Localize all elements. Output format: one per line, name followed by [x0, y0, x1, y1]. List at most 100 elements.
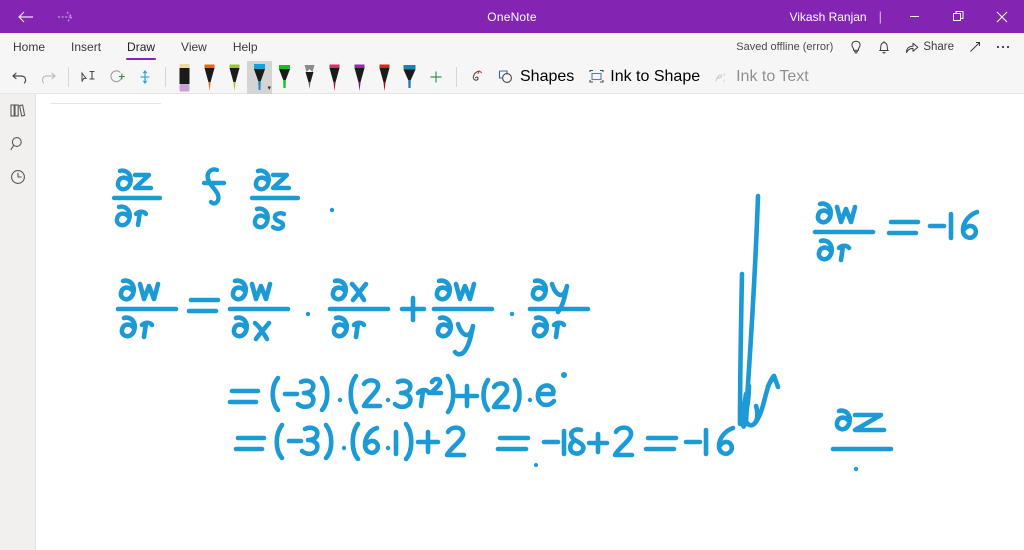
back-arrow-icon: [17, 11, 33, 22]
share-label: Share: [923, 41, 954, 53]
search-icon: [10, 136, 22, 150]
diagonal-arrow-icon: [970, 42, 980, 52]
insert-space-button[interactable]: [131, 63, 159, 92]
back-button[interactable]: [10, 4, 40, 30]
expand-ribbon-button[interactable]: [962, 35, 988, 59]
shapes-icon: [498, 70, 512, 83]
title-bar-right: Vikash Ranjan |: [789, 0, 1024, 33]
pen-highlighter-blue[interactable]: [397, 61, 422, 94]
account-name[interactable]: Vikash Ranjan: [789, 10, 878, 24]
tab-insert[interactable]: Insert: [58, 33, 114, 61]
close-button[interactable]: [980, 0, 1024, 33]
sidebar-item-search[interactable]: [0, 127, 36, 160]
navigation-arrows: [0, 4, 80, 30]
share-button[interactable]: Share: [899, 35, 960, 59]
ink-to-text-icon: a a: [715, 72, 726, 84]
sidebar-item-notebooks[interactable]: [0, 94, 36, 127]
save-status-text: Saved offline (error): [736, 41, 834, 53]
pen-cyan[interactable]: ▾: [247, 60, 272, 94]
more-options-button[interactable]: [990, 35, 1016, 59]
svg-text:a: a: [723, 78, 726, 84]
ribbon-tab-bar-right: Saved offline (error) Share: [736, 33, 1024, 61]
pen-highlighter-green[interactable]: [272, 61, 297, 94]
forward-button[interactable]: [50, 4, 80, 30]
evaluation-line: [233, 421, 736, 462]
pen-highlighter-lavender[interactable]: [172, 61, 197, 94]
restore-icon: [952, 11, 963, 21]
heading-partials: [111, 167, 335, 231]
notebooks-icon: [9, 104, 25, 117]
title-separator: |: [878, 9, 882, 24]
pen-purple[interactable]: [347, 61, 372, 94]
navigation-rail: [0, 94, 36, 550]
pencil-gray[interactable]: [297, 61, 322, 94]
tab-draw[interactable]: Draw: [114, 33, 168, 61]
plus-icon: [430, 71, 442, 83]
highlighter-green-icon: [279, 64, 290, 88]
pen-red[interactable]: [372, 61, 397, 94]
redo-button[interactable]: [34, 63, 62, 92]
chevron-down-icon[interactable]: ▾: [267, 85, 271, 92]
add-pen-button[interactable]: [422, 63, 450, 92]
shapes-button[interactable]: Shapes: [491, 63, 581, 92]
highlighter-blue-icon: [403, 64, 416, 88]
pen-orange-icon: [204, 64, 215, 91]
tell-me-button[interactable]: [843, 35, 869, 59]
note-page[interactable]: [36, 94, 1024, 550]
undo-button[interactable]: [6, 63, 34, 92]
pen-purple-icon: [354, 64, 365, 91]
bell-icon: [879, 40, 890, 54]
redo-arrow-icon: [41, 72, 56, 84]
ink-to-shape-icon: [589, 69, 604, 83]
pen-cyan-icon: [254, 63, 265, 90]
lightbulb-icon: [851, 40, 861, 53]
ink-to-text-button[interactable]: a a Ink to Text: [707, 63, 816, 92]
ellipsis-icon: [996, 45, 1010, 49]
eraser-button[interactable]: [103, 63, 131, 92]
eraser-circle-icon: [110, 70, 125, 83]
ribbon-divider-2: [165, 67, 166, 87]
tab-view[interactable]: View: [168, 33, 220, 61]
insert-space-icon: [140, 70, 150, 84]
close-icon: [996, 11, 1008, 22]
result-annotation: [812, 201, 980, 263]
ribbon-tab-bar: Home Insert Draw View Help Saved offline…: [0, 33, 1024, 61]
sidebar-item-recent-notes[interactable]: [0, 160, 36, 193]
pen-red-icon: [379, 64, 390, 91]
ribbon-divider-1: [68, 67, 69, 87]
pen-orange[interactable]: [197, 61, 222, 94]
pen-yellow-green[interactable]: [222, 61, 247, 94]
lasso-select-button[interactable]: [75, 63, 103, 92]
pen-pink-icon: [329, 64, 340, 91]
ink-replay-button[interactable]: [463, 63, 491, 92]
handwritten-notes: [111, 167, 980, 472]
draw-ribbon: ▾ Shapes Ink to Shape a a Ink to Text: [0, 60, 1024, 94]
ink-replay-icon: [472, 70, 482, 81]
ribbon-divider-3: [456, 67, 457, 87]
tab-help[interactable]: Help: [220, 33, 271, 61]
pencil-gray-icon: [304, 64, 315, 89]
minimize-icon: [909, 16, 919, 17]
ink-to-shape-label: Ink to Shape: [610, 68, 701, 85]
pen-yellow-green-icon: [229, 64, 240, 91]
notifications-button[interactable]: [871, 35, 897, 59]
ink-to-shape-button[interactable]: Ink to Shape: [581, 63, 707, 92]
annotation-strokes: [737, 193, 781, 429]
forward-arrow-icon: [57, 11, 73, 22]
chain-rule-line: [115, 278, 591, 357]
restore-button[interactable]: [936, 0, 980, 33]
lasso-select-icon: [81, 70, 95, 82]
onenote-window: OneNote Vikash Ranjan | Home Insert Draw…: [0, 0, 1024, 550]
minimize-button[interactable]: [892, 0, 936, 33]
next-step-annotation: [830, 408, 894, 472]
clock-icon: [11, 169, 25, 184]
ink-canvas[interactable]: [36, 94, 1024, 550]
share-icon: [906, 42, 919, 53]
ink-to-text-label: Ink to Text: [736, 68, 809, 85]
pen-pink[interactable]: [322, 61, 347, 94]
svg-text:a: a: [723, 72, 726, 78]
shapes-label: Shapes: [520, 68, 575, 85]
undo-arrow-icon: [12, 72, 27, 84]
tab-home[interactable]: Home: [0, 33, 58, 61]
title-bar: OneNote Vikash Ranjan |: [0, 0, 1024, 33]
